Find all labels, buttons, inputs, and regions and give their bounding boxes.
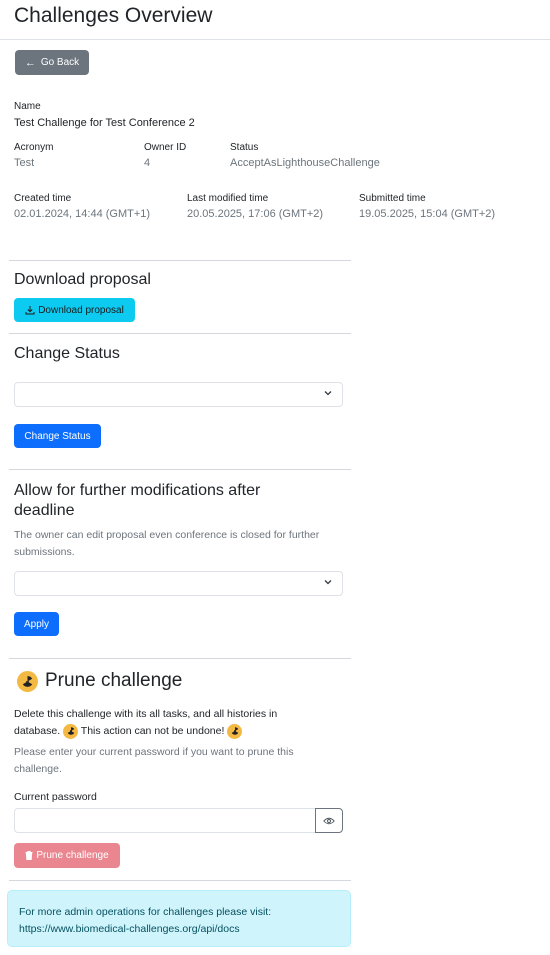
info-alert-text: For more admin operations for challenges… <box>19 906 272 918</box>
section-divider <box>9 260 351 261</box>
name-value: Test Challenge for Test Conference 2 <box>14 117 195 129</box>
prune-hint: Please enter your current password if yo… <box>14 746 294 775</box>
acronym-value: Test <box>14 157 35 169</box>
change-status-heading: Change Status <box>14 345 120 362</box>
section-divider <box>9 333 351 334</box>
change-status-button[interactable]: Change Status <box>14 424 101 448</box>
apply-button[interactable]: Apply <box>14 612 59 636</box>
created-time-value: 02.01.2024, 14:44 (GMT+1) <box>14 208 151 220</box>
radioactive-icon <box>227 723 243 739</box>
modifications-select[interactable] <box>14 571 343 596</box>
page-title: Challenges Overview <box>14 4 213 27</box>
download-proposal-button[interactable]: Download proposal <box>14 298 135 322</box>
toggle-password-visibility-button[interactable] <box>315 808 343 833</box>
current-password-input[interactable] <box>14 808 316 833</box>
title-divider <box>0 39 550 40</box>
owner-id-label: Owner ID <box>144 142 187 153</box>
chevron-down-icon <box>324 580 332 585</box>
status-label: Status <box>230 142 259 153</box>
name-label: Name <box>14 101 41 112</box>
modified-time-label: Last modified time <box>187 193 269 204</box>
api-docs-link[interactable]: https://www.biomedical-challenges.org/ap… <box>19 921 339 938</box>
acronym-label: Acronym <box>14 142 54 153</box>
chevron-down-icon <box>324 391 332 396</box>
eye-icon <box>323 817 335 824</box>
prune-challenge-label: Prune challenge <box>36 850 109 861</box>
trash-icon <box>25 851 33 860</box>
modifications-heading: Allow for further modifications after de… <box>14 482 261 519</box>
current-password-label: Current password <box>14 791 97 803</box>
prune-heading: Prune challenge <box>45 670 183 691</box>
status-value: AcceptAsLighthouseChallenge <box>230 157 380 169</box>
section-divider <box>9 658 351 659</box>
modifications-description: The owner can edit proposal even confere… <box>14 529 320 558</box>
owner-id-value: 4 <box>144 157 151 169</box>
prune-heading-row: Prune challenge <box>17 670 182 692</box>
prune-warning: Delete this challenge with its all tasks… <box>14 706 314 740</box>
radioactive-icon <box>63 723 79 739</box>
prune-challenge-button[interactable]: Prune challenge <box>14 843 120 868</box>
download-proposal-heading: Download proposal <box>14 271 151 288</box>
prune-warning-part2: This action can not be undone! <box>80 725 225 737</box>
arrow-left-icon: ← <box>24 56 36 69</box>
download-proposal-label: Download proposal <box>38 304 124 316</box>
submitted-time-value: 19.05.2025, 15:04 (GMT+2) <box>359 208 496 220</box>
download-icon <box>25 306 35 315</box>
submitted-time-label: Submitted time <box>359 193 426 204</box>
go-back-label: Go Back <box>40 57 80 68</box>
created-time-label: Created time <box>14 193 72 204</box>
info-alert: For more admin operations for challenges… <box>7 890 351 947</box>
radioactive-icon <box>17 670 38 692</box>
section-divider <box>9 880 351 881</box>
status-select[interactable] <box>14 382 343 407</box>
section-divider <box>9 469 351 470</box>
modified-time-value: 20.05.2025, 17:06 (GMT+2) <box>187 208 324 220</box>
go-back-button[interactable]: ← Go Back <box>15 50 89 75</box>
